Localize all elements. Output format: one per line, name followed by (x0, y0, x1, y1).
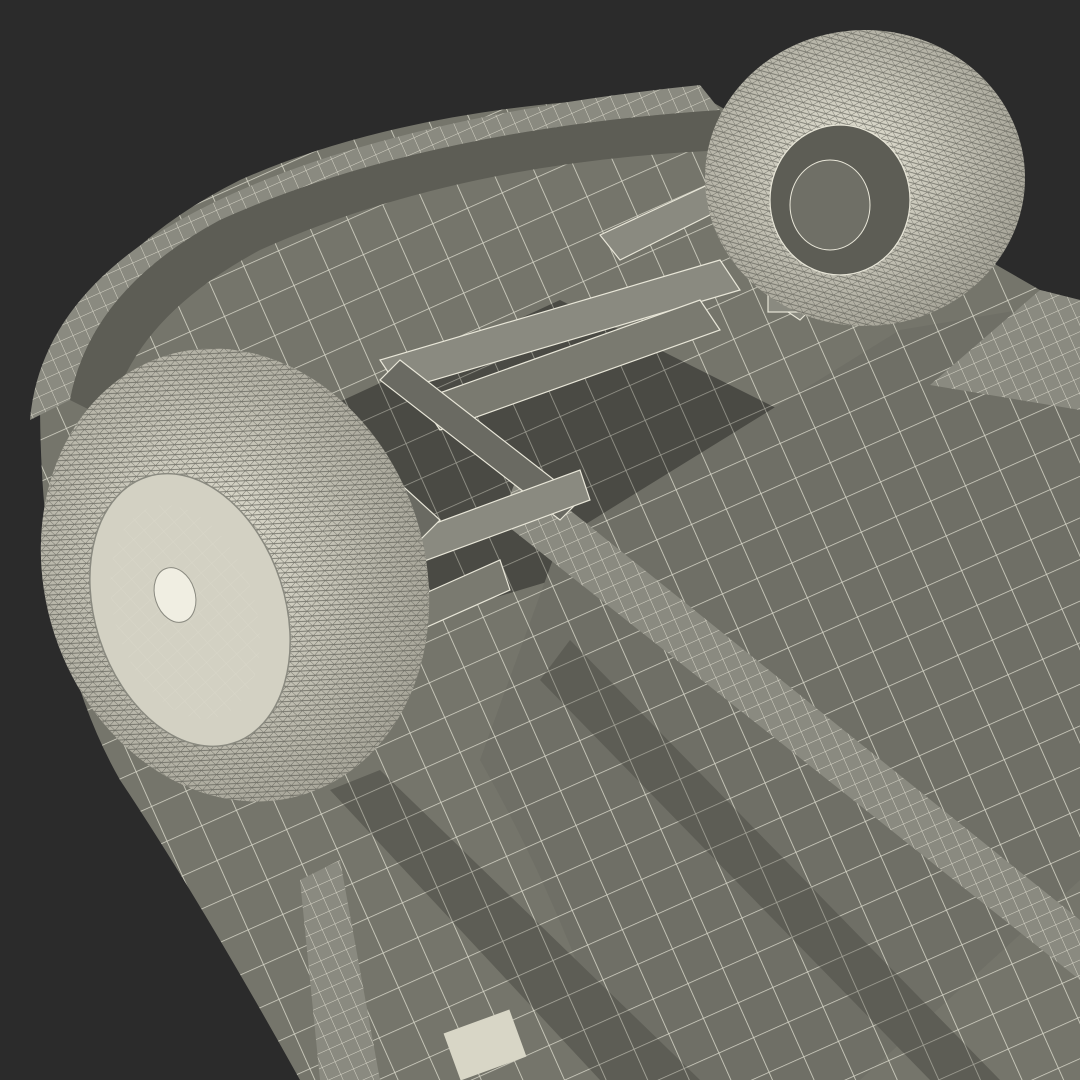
render-viewport (0, 0, 1080, 1080)
rear-wheel (705, 30, 1025, 326)
underbody-render (30, 30, 1080, 1080)
